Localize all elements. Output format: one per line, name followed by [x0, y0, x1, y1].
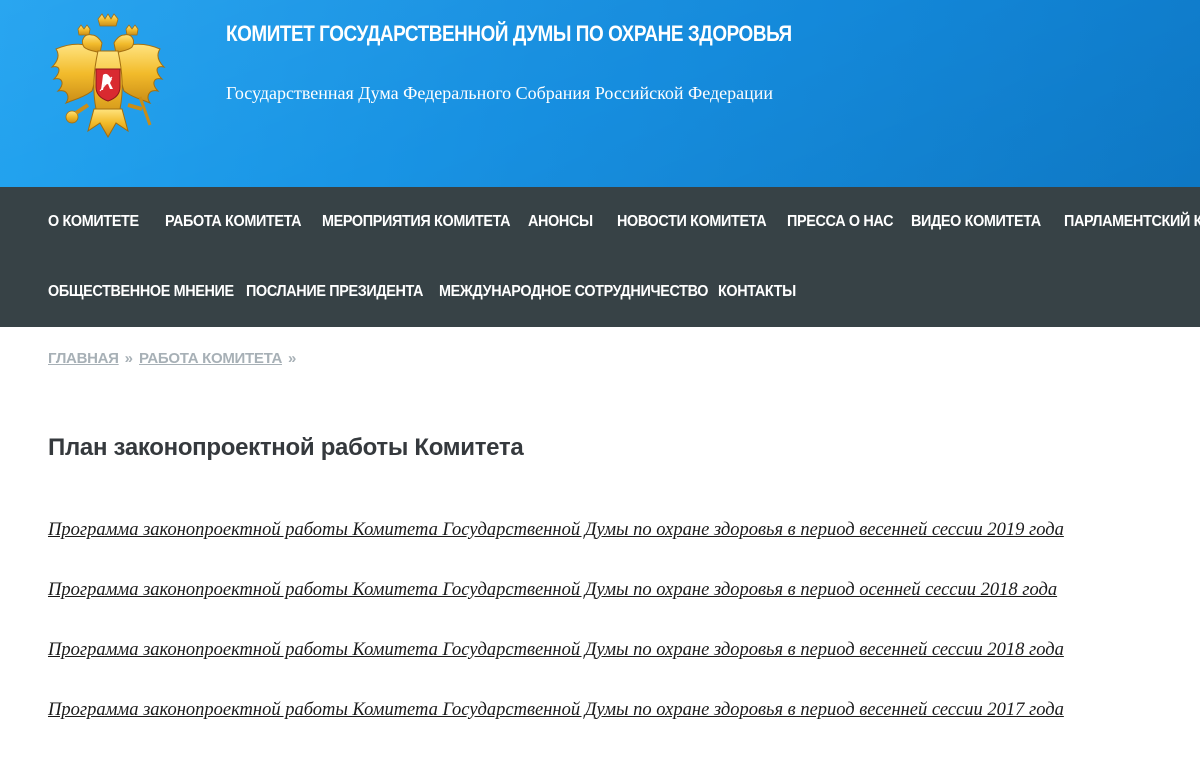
nav-item-announcements[interactable]: АНОНСЫ	[528, 213, 608, 231]
nav-item-press[interactable]: ПРЕССА О НАС	[787, 213, 899, 231]
nav-item-events[interactable]: МЕРОПРИЯТИЯ КОМИТЕТА	[322, 213, 511, 231]
breadcrumb-separator: »	[124, 350, 134, 367]
site-header: КОМИТЕТ ГОСУДАРСТВЕННОЙ ДУМЫ ПО ОХРАНЕ З…	[0, 0, 1200, 187]
document-list: Программа законопроектной работы Комитет…	[48, 520, 1064, 760]
nav-item-presidential-address[interactable]: ПОСЛАНИЕ ПРЕЗИДЕНТА	[246, 283, 423, 301]
breadcrumb: ГЛАВНАЯ » РАБОТА КОМИТЕТА »	[48, 350, 302, 367]
list-item: Программа законопроектной работы Комитет…	[48, 640, 1064, 700]
breadcrumb-home[interactable]: ГЛАВНАЯ	[48, 350, 119, 367]
site-title[interactable]: КОМИТЕТ ГОСУДАРСТВЕННОЙ ДУМЫ ПО ОХРАНЕ З…	[226, 21, 792, 47]
nav-item-committee-work[interactable]: РАБОТА КОМИТЕТА	[165, 213, 306, 231]
nav-item-international[interactable]: МЕЖДУНАРОДНОЕ СОТРУДНИЧЕСТВО	[439, 283, 708, 301]
nav-row-secondary: ОБЩЕСТВЕННОЕ МНЕНИЕ ПОСЛАНИЕ ПРЕЗИДЕНТА …	[48, 257, 818, 327]
main-navigation: О КОМИТЕТЕ РАБОТА КОМИТЕТА МЕРОПРИЯТИЯ К…	[0, 187, 1200, 327]
list-item: Программа законопроектной работы Комитет…	[48, 520, 1064, 580]
site-subtitle: Государственная Дума Федерального Собран…	[226, 83, 774, 103]
page-title: План законопроектной работы Комитета	[48, 434, 524, 461]
breadcrumb-separator: »	[288, 350, 297, 367]
nav-item-parliamentary[interactable]: ПАРЛАМЕНТСКИЙ КО	[1064, 213, 1200, 231]
nav-item-video[interactable]: ВИДЕО КОМИТЕТА	[911, 213, 1049, 231]
russian-coat-of-arms-icon[interactable]	[48, 13, 168, 145]
nav-item-public-opinion[interactable]: ОБЩЕСТВЕННОЕ МНЕНИЕ	[48, 283, 234, 301]
nav-row-primary: О КОМИТЕТЕ РАБОТА КОМИТЕТА МЕРОПРИЯТИЯ К…	[48, 187, 1200, 257]
nav-item-news[interactable]: НОВОСТИ КОМИТЕТА	[617, 213, 770, 231]
nav-item-about[interactable]: О КОМИТЕТЕ	[48, 213, 153, 231]
list-item: Программа законопроектной работы Комитет…	[48, 700, 1064, 760]
document-link[interactable]: Программа законопроектной работы Комитет…	[48, 520, 1064, 540]
document-link[interactable]: Программа законопроектной работы Комитет…	[48, 700, 1064, 720]
list-item: Программа законопроектной работы Комитет…	[48, 580, 1064, 640]
nav-item-contacts[interactable]: КОНТАКТЫ	[718, 283, 808, 301]
breadcrumb-committee-work[interactable]: РАБОТА КОМИТЕТА	[139, 350, 282, 367]
document-link[interactable]: Программа законопроектной работы Комитет…	[48, 640, 1064, 660]
document-link[interactable]: Программа законопроектной работы Комитет…	[48, 580, 1057, 600]
